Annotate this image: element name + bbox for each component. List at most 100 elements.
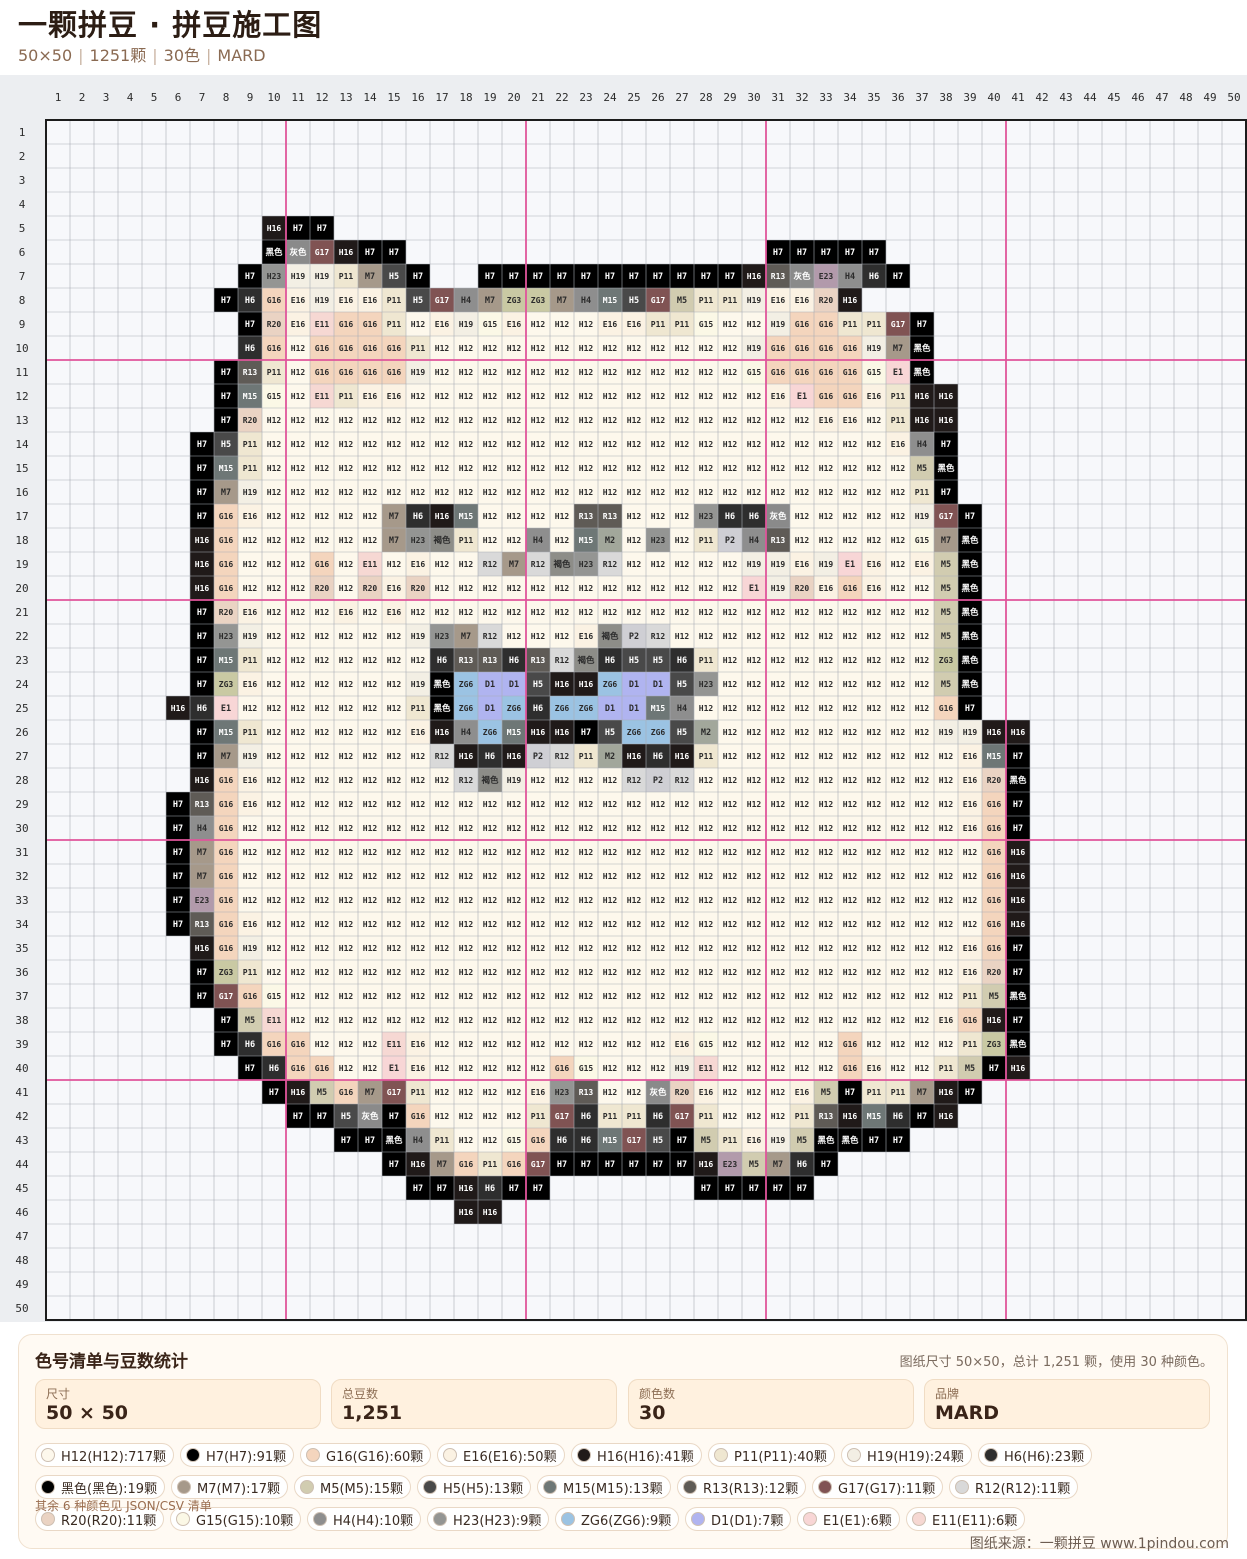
bead-code-label: H12 — [291, 464, 306, 473]
bead-code-label: H12 — [723, 560, 738, 569]
bead-code-label: H4 — [197, 824, 207, 834]
bead-code-label: H12 — [723, 752, 738, 761]
color-chip[interactable]: H7(H7):91颗 — [180, 1443, 295, 1467]
color-chip[interactable]: E16(E16):50颗 — [437, 1443, 565, 1467]
bead-code-label: H16 — [939, 392, 954, 401]
bead-code-label: H12 — [507, 1040, 522, 1049]
bead-code-label: H12 — [675, 800, 690, 809]
color-chip[interactable]: G16(G16):60颗 — [300, 1443, 432, 1467]
bead-code-label: H12 — [795, 512, 810, 521]
color-chip-label: E16(E16):50颗 — [463, 1449, 557, 1465]
bead-code-label: H12 — [867, 896, 882, 905]
color-chip[interactable]: H23(H23):9颗 — [427, 1507, 550, 1531]
bead-code-label: 灰色 — [649, 1087, 667, 1098]
bead-code-label: H12 — [315, 704, 330, 713]
bead-code-label: H12 — [291, 848, 306, 857]
color-chip[interactable]: P11(P11):40颗 — [708, 1443, 835, 1467]
bead-code-label: E16 — [891, 440, 906, 449]
bead-code-label: H12 — [723, 1016, 738, 1025]
bead-code-label: G15 — [579, 1064, 594, 1073]
bead-code-label: H12 — [291, 608, 306, 617]
bead-code-label: H12 — [579, 320, 594, 329]
bead-code-label: H12 — [603, 488, 618, 497]
bead-code-label: H7 — [197, 992, 207, 1002]
bead-code-label: P11 — [699, 656, 714, 665]
bead-code-label: H16 — [1011, 920, 1026, 929]
bead-code-label: R13 — [579, 1088, 594, 1097]
color-chip[interactable]: M7(M7):17颗 — [171, 1475, 289, 1499]
bead-code-label: H12 — [867, 608, 882, 617]
row-number: 12 — [15, 390, 28, 403]
bead-code-label: H12 — [603, 584, 618, 593]
color-chip[interactable]: G17(G17):11颗 — [812, 1475, 944, 1499]
row-number: 5 — [19, 222, 26, 235]
color-chip[interactable]: H4(H4):10颗 — [307, 1507, 422, 1531]
bead-code-label: H12 — [411, 320, 426, 329]
bead-code-label: H12 — [819, 464, 834, 473]
bead-code-label: H7 — [485, 272, 495, 282]
row-number: 21 — [15, 606, 28, 619]
bead-code-label: H12 — [723, 968, 738, 977]
bead-code-label: M7 — [365, 1088, 375, 1098]
color-swatch-icon — [577, 1448, 591, 1462]
bead-code-label: H5 — [605, 728, 615, 738]
row-number: 29 — [15, 798, 28, 811]
bead-code-label: P11 — [435, 1136, 450, 1145]
bead-code-label: H12 — [819, 800, 834, 809]
bead-code-label: ZG6 — [483, 728, 498, 737]
bead-code-label: H12 — [531, 992, 546, 1001]
column-number: 5 — [151, 91, 158, 104]
bead-code-label: H12 — [363, 440, 378, 449]
bead-code-label: H12 — [363, 800, 378, 809]
bead-code-label: M15 — [243, 392, 258, 401]
bead-code-label: H12 — [555, 824, 570, 833]
bead-code-label: H12 — [891, 728, 906, 737]
bead-code-label: G16 — [987, 944, 1002, 953]
bead-code-label: H12 — [315, 512, 330, 521]
color-chip[interactable]: R13(R13):12颗 — [677, 1475, 807, 1499]
color-chip[interactable]: 黑色(黑色):19颗 — [35, 1475, 166, 1499]
color-chip[interactable]: H6(H6):23颗 — [978, 1443, 1093, 1467]
bead-code-label: H12 — [747, 1016, 762, 1025]
bead-code-label: H12 — [627, 608, 642, 617]
color-chip[interactable]: H16(H16):41颗 — [571, 1443, 702, 1467]
bead-code-label: ZG6 — [459, 704, 474, 713]
bead-code-label: H12 — [315, 872, 330, 881]
color-chip[interactable]: H19(H19):24颗 — [841, 1443, 972, 1467]
bead-code-label: H12 — [339, 896, 354, 905]
bead-code-label: H12 — [843, 488, 858, 497]
bead-code-label: H12 — [339, 824, 354, 833]
bead-code-label: H12 — [675, 416, 690, 425]
bead-code-label: H5 — [413, 296, 423, 306]
color-chip[interactable]: E11(E11):6颗 — [906, 1507, 1026, 1531]
bead-code-label: H12 — [555, 368, 570, 377]
bead-code-label: H12 — [435, 824, 450, 833]
bead-code-label: H12 — [699, 368, 714, 377]
color-chip[interactable]: H12(H12):717颗 — [35, 1443, 174, 1467]
column-number: 27 — [675, 91, 688, 104]
bead-code-label: H12 — [699, 896, 714, 905]
bead-code-label: G16 — [315, 1064, 330, 1073]
bead-code-label: E16 — [819, 584, 834, 593]
color-chip[interactable]: D1(D1):7颗 — [685, 1507, 792, 1531]
bead-code-label: H4 — [413, 1136, 423, 1146]
color-chip[interactable]: E1(E1):6颗 — [797, 1507, 900, 1531]
bead-grid-canvas[interactable]: 1 2 3 4 5 6 7 8 9 10 11 12 13 14 15 16 17 18 19 20 21 22 23 24 2… — [0, 75, 1247, 1322]
bead-code-label: H7 — [965, 512, 975, 522]
color-chip-label: M5(M5):15颗 — [320, 1481, 404, 1497]
bead-code-label: H12 — [435, 1016, 450, 1025]
bead-code-label: H12 — [483, 824, 498, 833]
bead-code-label: H12 — [603, 944, 618, 953]
bead-code-label: H12 — [291, 704, 306, 713]
color-chip[interactable]: H5(H5):13颗 — [417, 1475, 532, 1499]
bead-code-label: H12 — [771, 896, 786, 905]
color-chip-label: P11(P11):40颗 — [734, 1449, 827, 1465]
bead-code-label: H16 — [939, 1112, 954, 1121]
bead-code-label: H12 — [483, 1136, 498, 1145]
color-chip[interactable]: M5(M5):15颗 — [294, 1475, 412, 1499]
color-chip[interactable]: ZG6(ZG6):9颗 — [555, 1507, 680, 1531]
color-chip[interactable]: M15(M15):13颗 — [537, 1475, 671, 1499]
color-chip[interactable]: R12(R12):11颗 — [949, 1475, 1079, 1499]
bead-code-label: M7 — [893, 344, 903, 354]
bead-code-label: H12 — [339, 680, 354, 689]
